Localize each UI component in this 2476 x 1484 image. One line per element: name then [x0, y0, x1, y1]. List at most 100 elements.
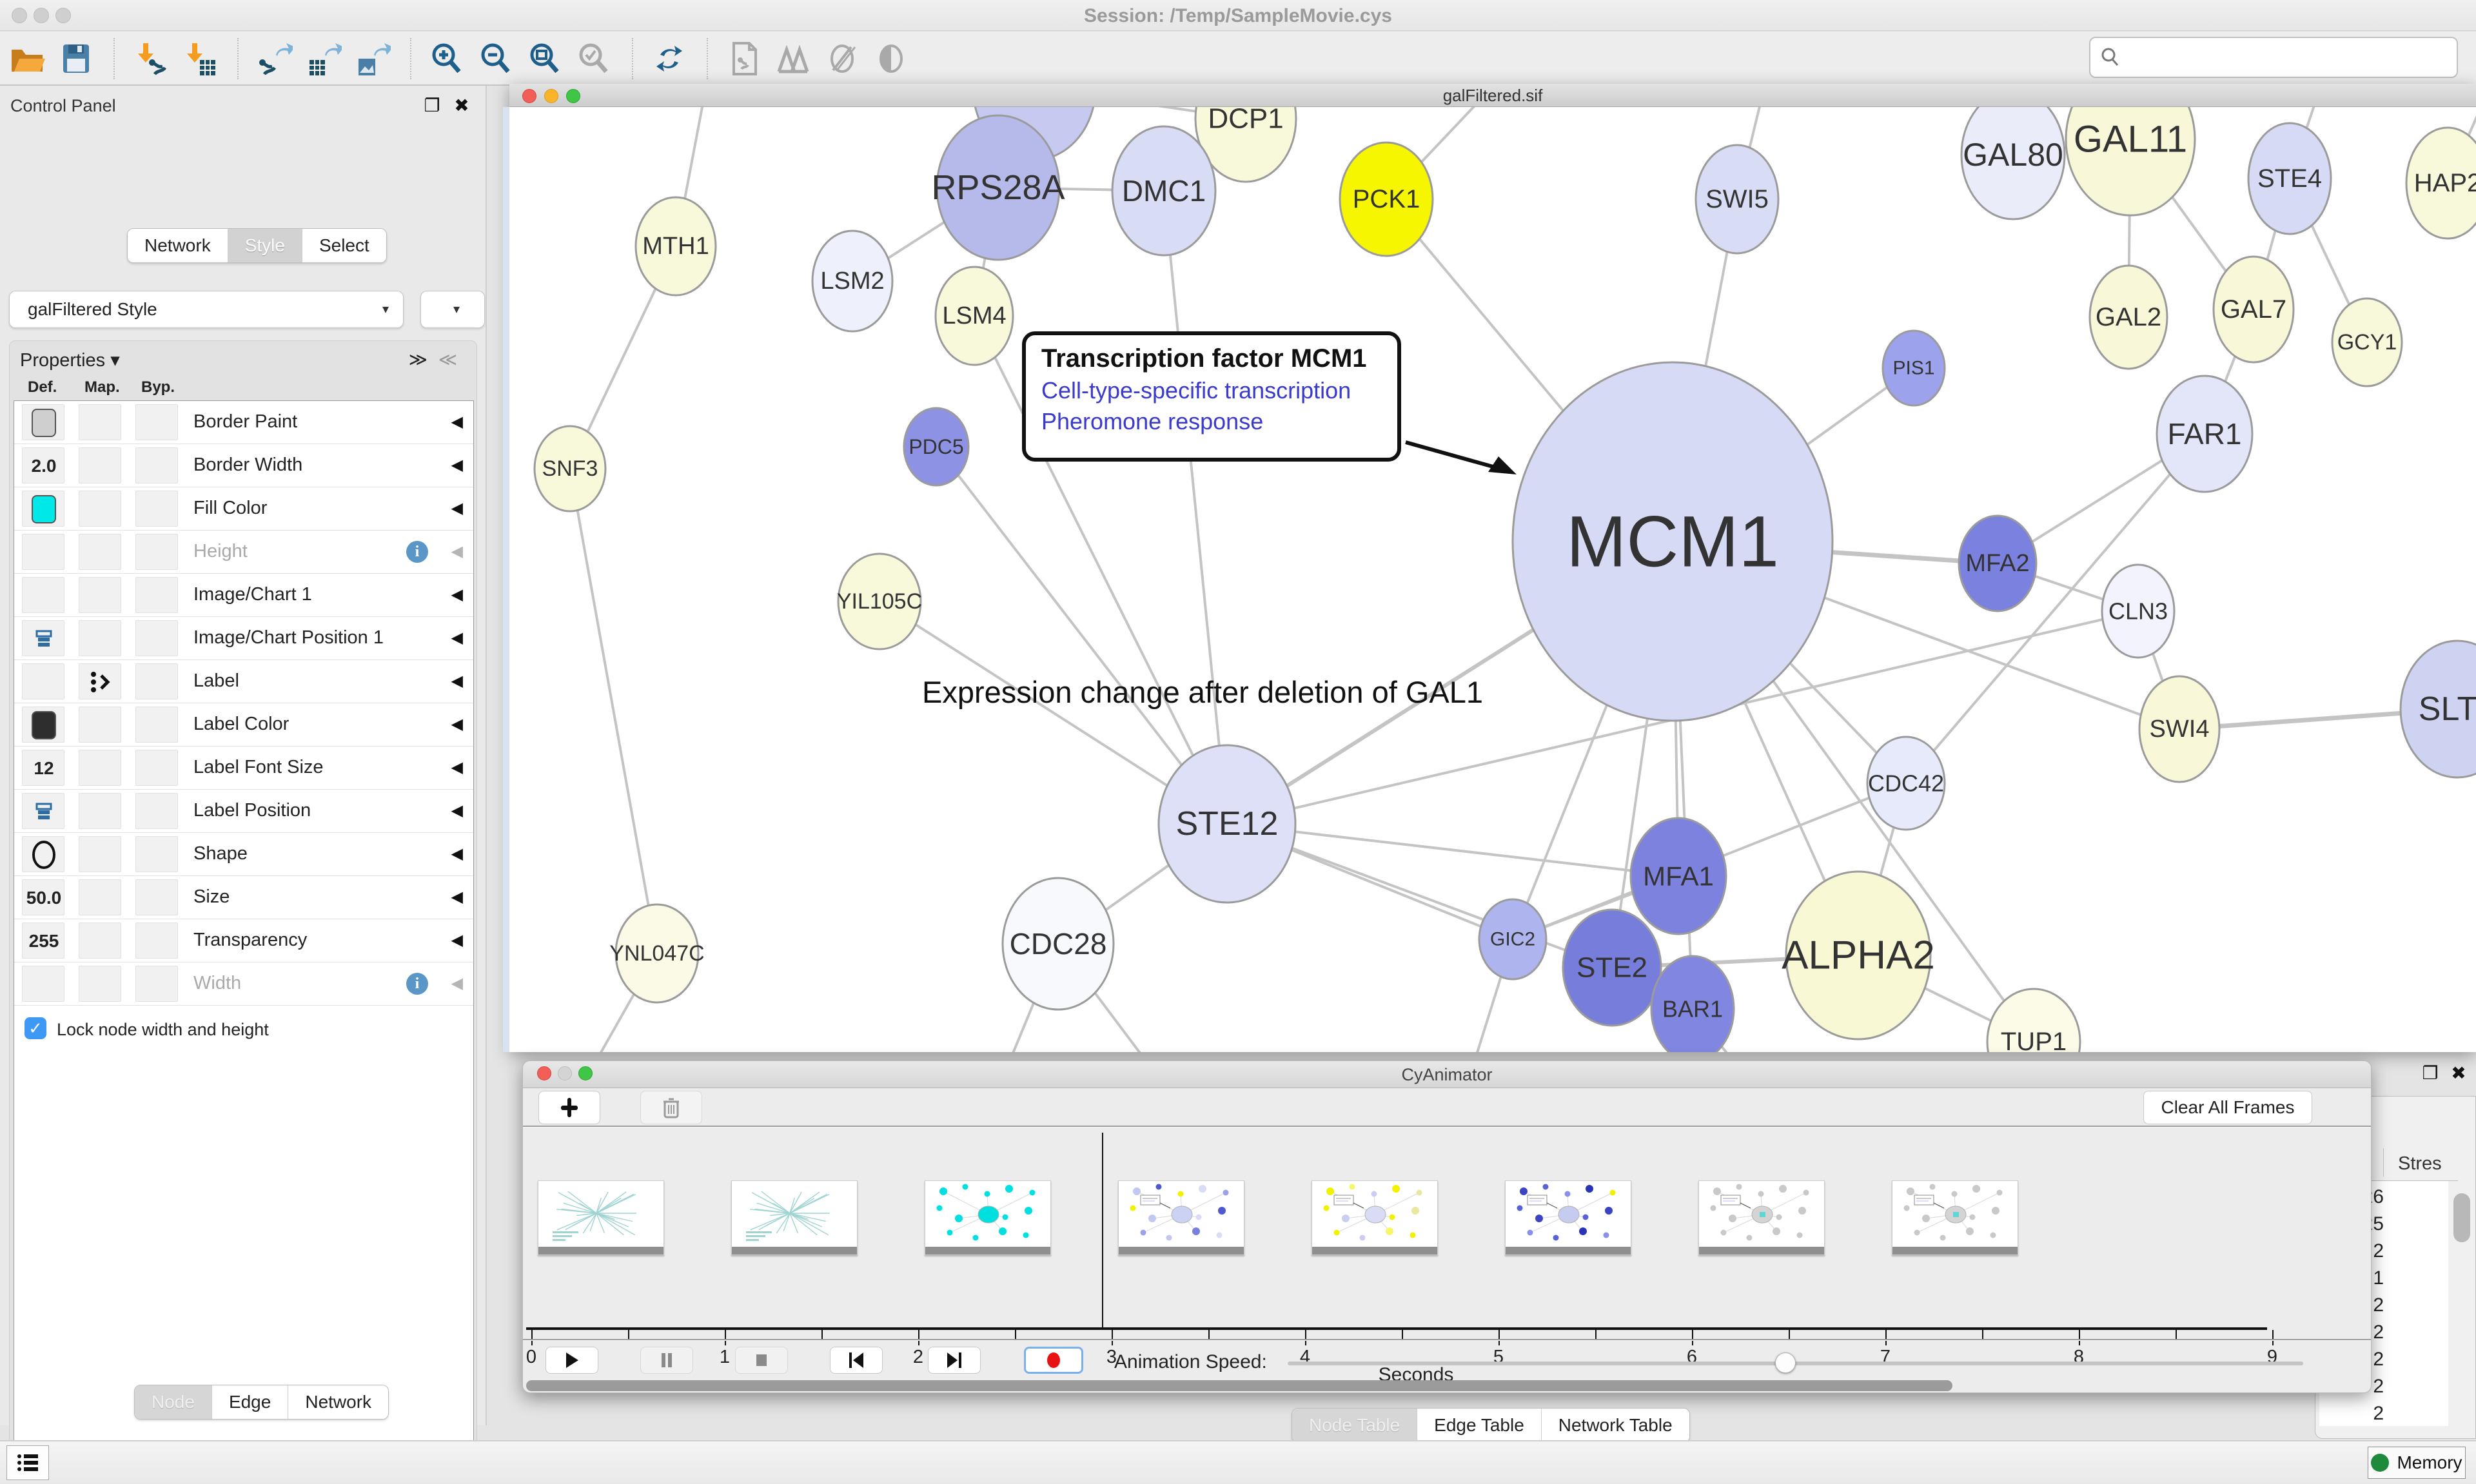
default-cell[interactable]	[22, 966, 64, 1002]
expand-row-icon[interactable]: ◀	[451, 888, 463, 906]
network-node-STE4[interactable]: STE4	[2248, 123, 2331, 234]
property-row-label-font-size[interactable]: 12Label Font Size◀	[14, 747, 473, 790]
animation-speed-slider[interactable]	[1288, 1362, 2303, 1365]
property-row-width[interactable]: Widthi◀	[14, 962, 473, 1006]
info-icon[interactable]: i	[406, 973, 428, 995]
style-options-button[interactable]: ▾	[420, 291, 485, 328]
default-cell[interactable]	[22, 534, 64, 570]
network-node-MFA2[interactable]: MFA2	[1959, 516, 2036, 611]
mcm1-annotation[interactable]: Transcription factor MCM1 Cell-type-spec…	[1022, 331, 1401, 462]
tab-style[interactable]: Style	[228, 229, 302, 262]
frames-timeline[interactable]: 0123456789 Seconds	[523, 1128, 2371, 1339]
animation-frame-5[interactable]	[1505, 1180, 1631, 1255]
network-window-titlebar[interactable]: galFiltered.sif	[509, 84, 2476, 107]
default-cell[interactable]	[22, 663, 64, 699]
expand-row-icon[interactable]: ◀	[451, 672, 463, 690]
zoom-in-button[interactable]	[427, 39, 468, 78]
property-row-label-position[interactable]: Label Position◀	[14, 790, 473, 833]
network-node-GAL11[interactable]: GAL11	[2066, 107, 2195, 215]
expand-row-icon[interactable]: ◀	[451, 758, 463, 777]
property-row-label[interactable]: Label◀	[14, 660, 473, 703]
mapping-cell[interactable]	[79, 663, 121, 699]
network-node-CDC42[interactable]: CDC42	[1867, 737, 1945, 830]
bypass-cell[interactable]	[135, 663, 178, 699]
show-details-button[interactable]	[870, 39, 912, 78]
default-cell[interactable]	[22, 577, 64, 613]
clear-all-frames-button[interactable]: Clear All Frames	[2143, 1091, 2312, 1124]
property-row-height[interactable]: Heighti◀	[14, 531, 473, 574]
property-row-size[interactable]: 50.0Size◀	[14, 876, 473, 919]
network-node-PCK1[interactable]: PCK1	[1340, 142, 1433, 256]
mapping-cell[interactable]	[79, 620, 121, 656]
property-row-label-color[interactable]: Label Color◀	[14, 703, 473, 747]
property-row-transparency[interactable]: 255Transparency◀	[14, 919, 473, 962]
network-node-YIL105C[interactable]: YIL105C	[837, 554, 922, 649]
bypass-cell[interactable]	[135, 620, 178, 656]
expand-all-icon[interactable]: ≫	[409, 349, 427, 370]
default-cell[interactable]: 2.0	[22, 447, 64, 483]
network-node-ALPHA2[interactable]: ALPHA2	[1782, 872, 1935, 1039]
bypass-cell[interactable]	[135, 966, 178, 1002]
play-button[interactable]	[545, 1347, 598, 1374]
hide-details-button[interactable]	[821, 39, 863, 78]
bypass-cell[interactable]	[135, 447, 178, 483]
network-node-DMC1[interactable]: DMC1	[1112, 126, 1215, 255]
network-node-GAL2[interactable]: GAL2	[2090, 266, 2167, 369]
cyanimator-scrollbar[interactable]	[526, 1380, 1952, 1391]
network-node-STE12[interactable]: STE12	[1159, 745, 1295, 903]
property-row-image-chart-1[interactable]: Image/Chart 1◀	[14, 574, 473, 617]
expand-row-icon[interactable]: ◀	[451, 542, 463, 561]
style-dropdown[interactable]: galFiltered Style ▾	[9, 291, 404, 328]
network-node-GIC2[interactable]: GIC2	[1479, 899, 1546, 979]
bypass-cell[interactable]	[135, 793, 178, 829]
network-node-MFA1[interactable]: MFA1	[1631, 818, 1726, 934]
default-cell[interactable]: 12	[22, 750, 64, 786]
expression-note[interactable]: Expression change after deletion of GAL1	[870, 674, 1535, 710]
add-frame-button[interactable]	[538, 1091, 600, 1124]
float-table-icon[interactable]: ❐	[2419, 1062, 2441, 1084]
tab-network-table[interactable]: Network Table	[1542, 1409, 1689, 1442]
default-cell[interactable]	[22, 404, 64, 440]
network-node-CLN3[interactable]: CLN3	[2102, 565, 2174, 658]
mapping-cell[interactable]	[79, 707, 121, 743]
network-node-CDC28[interactable]: CDC28	[1003, 878, 1114, 1010]
network-node-LSM4[interactable]: LSM4	[936, 267, 1013, 365]
lock-checkbox[interactable]: ✓	[25, 1017, 46, 1039]
tab-select[interactable]: Select	[302, 229, 386, 262]
tab-edge-table[interactable]: Edge Table	[1417, 1409, 1542, 1442]
expand-row-icon[interactable]: ◀	[451, 629, 463, 647]
network-edge[interactable]	[570, 469, 657, 953]
zoom-selected-button[interactable]	[574, 39, 615, 78]
slider-handle[interactable]	[1775, 1352, 1796, 1373]
mapping-cell[interactable]	[79, 793, 121, 829]
mapping-cell[interactable]	[79, 534, 121, 570]
network-edge[interactable]	[1164, 191, 1227, 824]
import-network-button[interactable]	[130, 39, 172, 78]
memory-button[interactable]: Memory	[2368, 1447, 2466, 1479]
expand-row-icon[interactable]: ◀	[451, 413, 463, 431]
property-row-image-chart-position-1[interactable]: Image/Chart Position 1◀	[14, 617, 473, 660]
info-icon[interactable]: i	[406, 541, 428, 563]
close-panel-icon[interactable]: ✖	[451, 95, 473, 117]
table-cell[interactable]: 2	[2326, 1403, 2384, 1425]
default-cell[interactable]: 50.0	[22, 879, 64, 915]
binoculars-button[interactable]	[772, 39, 814, 78]
bypass-cell[interactable]	[135, 577, 178, 613]
bypass-cell[interactable]	[135, 879, 178, 915]
default-cell[interactable]	[22, 707, 64, 743]
bypass-cell[interactable]	[135, 836, 178, 872]
mapping-cell[interactable]	[79, 966, 121, 1002]
bypass-cell[interactable]	[135, 707, 178, 743]
network-node-PIS1[interactable]: PIS1	[1883, 331, 1945, 405]
stop-button[interactable]	[735, 1347, 788, 1374]
animation-frame-7[interactable]	[1892, 1180, 2018, 1255]
tab-network-bottom[interactable]: Network	[288, 1385, 388, 1419]
network-file-button[interactable]	[723, 39, 765, 78]
animation-frame-4[interactable]	[1312, 1180, 1438, 1255]
mapping-cell[interactable]	[79, 923, 121, 959]
mapping-cell[interactable]	[79, 879, 121, 915]
open-session-button[interactable]	[6, 39, 48, 78]
zoom-fit-button[interactable]	[525, 39, 566, 78]
network-node-YNL047C[interactable]: YNL047C	[609, 904, 704, 1002]
network-node-SNF3[interactable]: SNF3	[535, 426, 605, 511]
